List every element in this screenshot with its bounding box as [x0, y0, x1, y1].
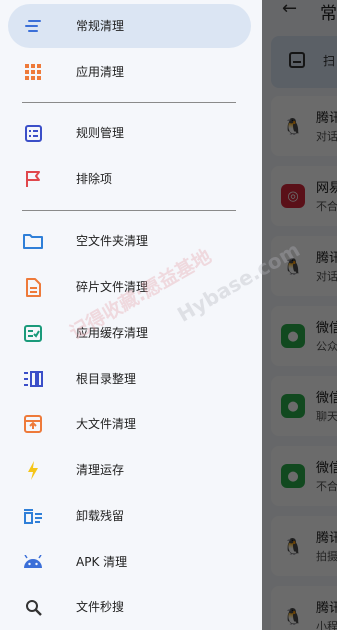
folder-icon	[22, 231, 44, 251]
navigation-drawer: 常规清理 应用清理 规则管理 排除项 空文件夹清理 碎片文件清理 应用缓存清理 …	[0, 0, 304, 630]
document-icon	[22, 277, 44, 297]
checklist-icon	[22, 323, 44, 343]
search-icon	[22, 597, 44, 617]
drawer-item-label: 大文件清理	[76, 417, 137, 431]
drawer-item-large-files[interactable]: 大文件清理	[8, 402, 251, 446]
drawer-item-rule-manage[interactable]: 规则管理	[8, 111, 251, 155]
rule-list-icon	[22, 123, 44, 143]
drawer-item-label: 卸载残留	[76, 509, 125, 523]
drawer-item-label: 常规清理	[76, 19, 125, 33]
upload-box-icon	[22, 414, 44, 434]
drawer-item-label: 应用清理	[76, 65, 125, 79]
flash-icon	[22, 460, 44, 480]
drawer-item-fragment-files[interactable]: 碎片文件清理	[8, 265, 251, 309]
drawer-item-file-search[interactable]: 文件秒搜	[8, 585, 251, 629]
drawer-divider	[22, 210, 236, 211]
trash-list-icon	[22, 506, 44, 526]
drawer-divider	[22, 102, 236, 103]
drawer-item-app-clean[interactable]: 应用清理	[8, 50, 251, 94]
drawer-item-general-clean[interactable]: 常规清理	[8, 4, 251, 48]
drawer-item-label: 根目录整理	[76, 372, 137, 386]
drawer-item-uninstall-residue[interactable]: 卸载残留	[8, 494, 251, 538]
apps-grid-icon	[22, 62, 44, 82]
drawer-item-label: 排除项	[76, 172, 113, 186]
broom-lines-icon	[22, 16, 44, 36]
drawer-item-app-cache[interactable]: 应用缓存清理	[8, 311, 251, 355]
drawer-item-exclusions[interactable]: 排除项	[8, 157, 251, 201]
drawer-item-label: 碎片文件清理	[76, 280, 149, 294]
columns-icon	[22, 369, 44, 389]
drawer-item-empty-folder[interactable]: 空文件夹清理	[8, 219, 251, 263]
drawer-item-root-organize[interactable]: 根目录整理	[8, 357, 251, 401]
drawer-item-label: 应用缓存清理	[76, 326, 149, 340]
drawer-item-label: 文件秒搜	[76, 600, 125, 614]
drawer-item-clean-ram[interactable]: 清理运存	[8, 448, 251, 492]
android-icon	[22, 552, 44, 572]
drawer-item-label: APK 清理	[76, 555, 128, 569]
drawer-item-apk-clean[interactable]: APK 清理	[8, 540, 251, 584]
drawer-item-label: 规则管理	[76, 126, 125, 140]
flag-icon	[22, 169, 44, 189]
drawer-item-label: 清理运存	[76, 463, 125, 477]
drawer-item-label: 空文件夹清理	[76, 234, 149, 248]
